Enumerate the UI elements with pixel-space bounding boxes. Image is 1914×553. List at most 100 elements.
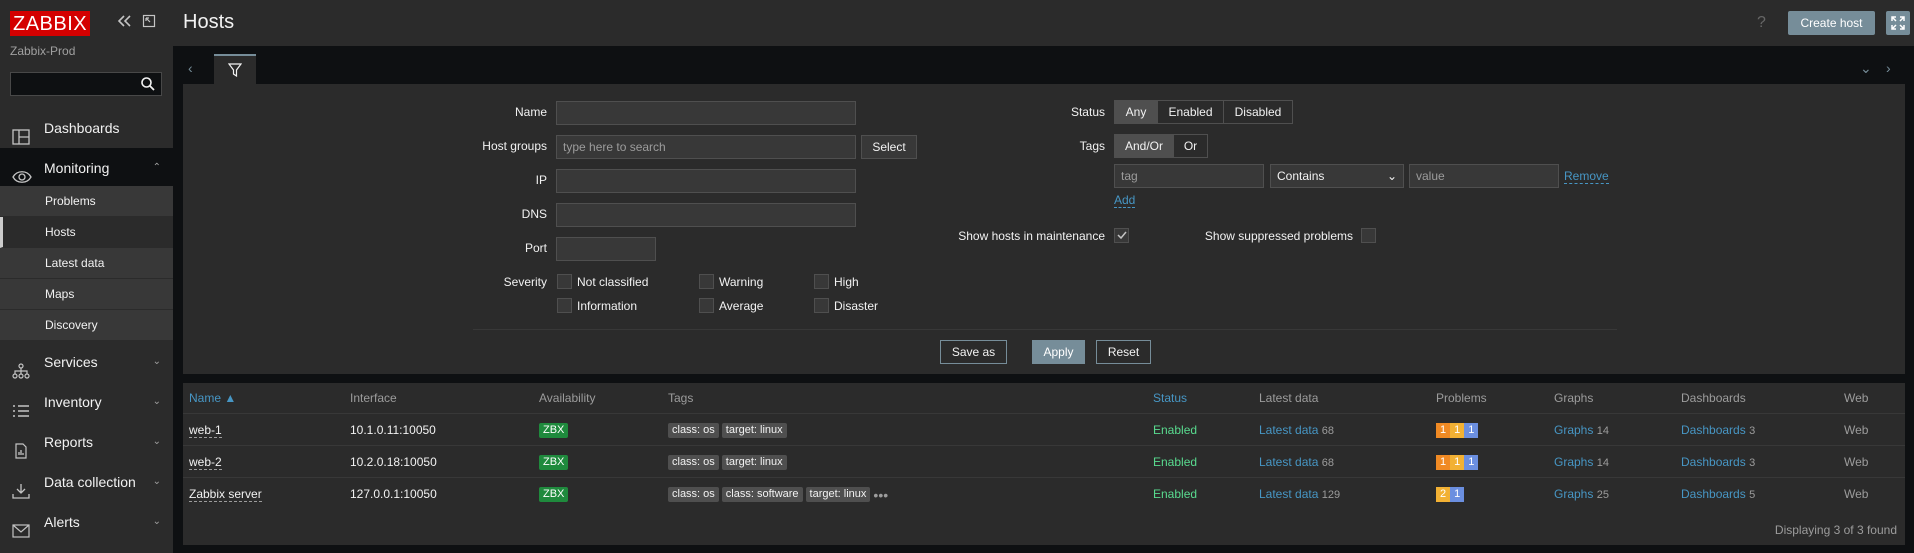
dashboards-link[interactable]: Dashboards xyxy=(1681,423,1746,437)
ip-input[interactable] xyxy=(556,169,856,193)
tags-or-option[interactable]: Or xyxy=(1173,134,1208,158)
submenu-maps[interactable]: Maps xyxy=(0,279,173,310)
show-suppressed-checkbox[interactable] xyxy=(1361,228,1376,243)
severity-option-label: Information xyxy=(577,299,638,313)
dashboards-count: 3 xyxy=(1749,425,1756,437)
latest-data-link[interactable]: Latest data xyxy=(1259,455,1318,469)
tag-chip[interactable]: class: software xyxy=(721,487,803,503)
dashboards-icon xyxy=(12,120,30,145)
problem-severity-count[interactable]: 1 xyxy=(1464,455,1479,471)
kiosk-mode-icon[interactable] xyxy=(142,14,156,31)
web-link[interactable]: Web xyxy=(1844,446,1868,478)
severity-disaster-checkbox[interactable] xyxy=(814,298,829,313)
tag-chip[interactable]: class: os xyxy=(668,455,719,471)
problem-severity-count[interactable]: 1 xyxy=(1464,423,1479,439)
web-link[interactable]: Web xyxy=(1844,414,1868,446)
graphs-count: 14 xyxy=(1596,457,1609,469)
graphs-link[interactable]: Graphs xyxy=(1554,487,1593,501)
submenu-problems[interactable]: Problems xyxy=(0,186,173,217)
tab-filter[interactable] xyxy=(214,54,256,84)
collapse-sidebar-icon[interactable] xyxy=(117,14,133,31)
nav-label: Dashboards xyxy=(44,120,120,136)
dashboards-count: 5 xyxy=(1749,489,1756,501)
column-header-interface[interactable]: Interface xyxy=(350,383,397,413)
tag-operator-select[interactable]: Contains ⌄ xyxy=(1270,164,1404,188)
search-icon[interactable] xyxy=(140,76,156,95)
tags-andor-option[interactable]: And/Or xyxy=(1114,134,1174,158)
help-icon[interactable]: ? xyxy=(1757,14,1766,32)
show-maintenance-label: Show hosts in maintenance xyxy=(958,229,1105,243)
nav-reports[interactable]: Reports ⌄ xyxy=(0,422,173,462)
graphs-link[interactable]: Graphs xyxy=(1554,455,1593,469)
status-any-option[interactable]: Any xyxy=(1114,100,1158,124)
problem-severity-count[interactable]: 1 xyxy=(1436,455,1451,471)
add-tag-link[interactable]: Add xyxy=(1114,193,1136,208)
submenu-hosts[interactable]: Hosts xyxy=(0,217,173,248)
fullscreen-button[interactable] xyxy=(1886,11,1910,35)
tag-chip[interactable]: target: linux xyxy=(805,487,871,503)
problem-severity-count[interactable]: 1 xyxy=(1450,455,1465,471)
dashboards-link[interactable]: Dashboards xyxy=(1681,487,1746,501)
host-interface: 127.0.0.1:10050 xyxy=(350,487,437,501)
chevron-down-icon: ⌄ xyxy=(152,356,161,367)
latest-data-link[interactable]: Latest data xyxy=(1259,487,1318,501)
problem-severity-count[interactable]: 1 xyxy=(1450,423,1465,439)
tag-name-input[interactable]: tag xyxy=(1114,164,1264,188)
severity-high-checkbox[interactable] xyxy=(814,274,829,289)
severity-average-checkbox[interactable] xyxy=(699,298,714,313)
nav-dashboards[interactable]: Dashboards xyxy=(0,108,173,148)
sidebar: ZABBIX Zabbix-Prod Dashboards Monitoring… xyxy=(0,0,173,553)
dashboards-link[interactable]: Dashboards xyxy=(1681,455,1746,469)
zabbix-logo[interactable]: ZABBIX xyxy=(10,11,91,36)
nav-services[interactable]: Services ⌄ xyxy=(0,342,173,382)
create-host-button[interactable]: Create host xyxy=(1788,11,1875,35)
chevron-down-icon[interactable]: ⌄ xyxy=(1860,60,1872,77)
nav-alerts[interactable]: Alerts ⌄ xyxy=(0,502,173,542)
nav-monitoring[interactable]: Monitoring ⌃ xyxy=(0,148,173,188)
host-status[interactable]: Enabled xyxy=(1153,478,1197,510)
web-link[interactable]: Web xyxy=(1844,478,1868,510)
host-status[interactable]: Enabled xyxy=(1153,414,1197,446)
nav-data-collection[interactable]: Data collection ⌄ xyxy=(0,462,173,502)
submenu-discovery[interactable]: Discovery xyxy=(0,310,173,341)
name-input[interactable] xyxy=(556,101,856,125)
more-tags-icon[interactable]: ••• xyxy=(873,487,888,503)
remove-tag-link[interactable]: Remove xyxy=(1564,169,1609,184)
nav-inventory[interactable]: Inventory ⌄ xyxy=(0,382,173,422)
tag-chip[interactable]: target: linux xyxy=(721,455,787,471)
tag-chip[interactable]: class: os xyxy=(668,423,719,439)
problem-severity-count[interactable]: 2 xyxy=(1436,487,1451,503)
severity-not-classified-checkbox[interactable] xyxy=(557,274,572,289)
chevron-right-icon[interactable]: › xyxy=(1886,60,1891,76)
severity-information-checkbox[interactable] xyxy=(557,298,572,313)
submenu-latest-data[interactable]: Latest data xyxy=(0,248,173,279)
host-groups-input[interactable]: type here to search xyxy=(556,135,856,159)
latest-data-link[interactable]: Latest data xyxy=(1259,423,1318,437)
host-status[interactable]: Enabled xyxy=(1153,446,1197,478)
status-disabled-option[interactable]: Disabled xyxy=(1223,100,1293,124)
problem-severity-count[interactable]: 1 xyxy=(1436,423,1451,439)
tag-chip[interactable]: target: linux xyxy=(721,423,787,439)
list-icon xyxy=(12,394,30,417)
column-header-name[interactable]: Name ▲ xyxy=(189,383,236,413)
reset-button[interactable]: Reset xyxy=(1096,340,1151,364)
chevron-down-icon: ⌄ xyxy=(152,436,161,447)
dns-input[interactable] xyxy=(556,203,856,227)
sidebar-search-input[interactable] xyxy=(10,72,162,96)
column-header-status[interactable]: Status xyxy=(1153,383,1187,413)
port-input[interactable] xyxy=(556,237,656,261)
apply-button[interactable]: Apply xyxy=(1032,340,1085,364)
tag-value-input[interactable]: value xyxy=(1409,164,1559,188)
filter-divider xyxy=(473,329,1617,330)
host-name-link[interactable]: web-2 xyxy=(189,455,222,470)
graphs-link[interactable]: Graphs xyxy=(1554,423,1593,437)
save-as-button[interactable]: Save as xyxy=(940,340,1007,364)
host-name-link[interactable]: Zabbix server xyxy=(189,487,262,502)
severity-warning-checkbox[interactable] xyxy=(699,274,714,289)
host-name-link[interactable]: web-1 xyxy=(189,423,222,438)
show-maintenance-checkbox[interactable] xyxy=(1114,228,1129,243)
status-enabled-option[interactable]: Enabled xyxy=(1157,100,1224,124)
tag-chip[interactable]: class: os xyxy=(668,487,719,503)
chevron-left-icon[interactable]: ‹ xyxy=(188,60,193,76)
problem-severity-count[interactable]: 1 xyxy=(1450,487,1465,503)
